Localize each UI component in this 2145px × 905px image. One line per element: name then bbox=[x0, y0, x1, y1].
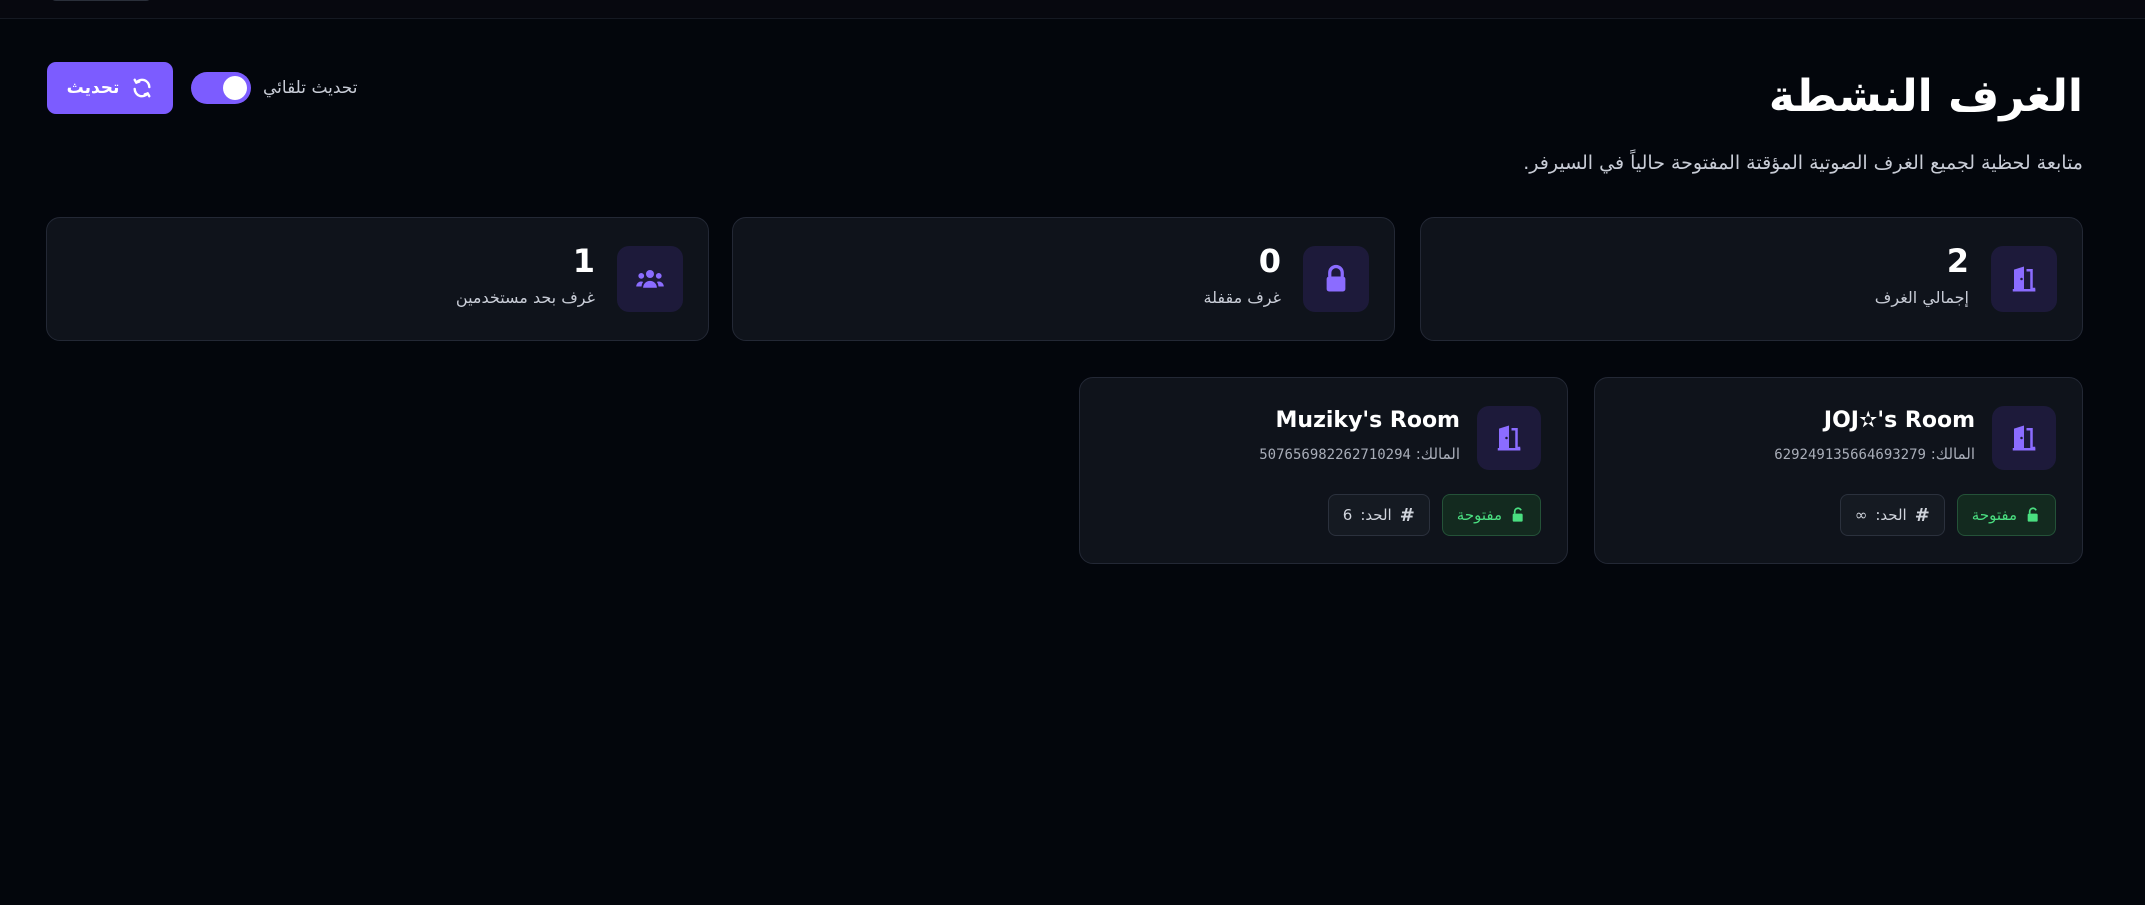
stat-value: 1 bbox=[572, 242, 595, 280]
room-card[interactable]: JOJ✫'s Room المالك: 629249135664693279 م… bbox=[1594, 377, 2083, 564]
stat-card-limited-rooms: 1 غرف بحد مستخدمين bbox=[46, 217, 709, 341]
top-bar bbox=[0, 0, 2145, 19]
limit-badge: # الحد: ∞ bbox=[1839, 494, 1945, 536]
page-title: الغرف النشطة bbox=[1768, 71, 2083, 122]
door-open-icon bbox=[1477, 406, 1541, 470]
status-label: مفتوحة bbox=[1971, 506, 2017, 524]
stat-label: غرف بحد مستخدمين bbox=[455, 288, 595, 307]
room-name: JOJ✫'s Room bbox=[1823, 408, 1975, 433]
refresh-button-label: تحديث bbox=[66, 78, 120, 98]
limit-label: الحد: bbox=[1360, 506, 1392, 524]
owner-label: المالك: bbox=[1930, 445, 1975, 463]
hash-icon: # bbox=[1399, 504, 1415, 526]
active-rooms-page: الغرف النشطة متابعة لحظية لجميع الغرف ال… bbox=[0, 19, 2145, 905]
room-name: Muziky's Room bbox=[1275, 408, 1460, 433]
refresh-button[interactable]: تحديث bbox=[47, 62, 173, 114]
stat-label: غرف مقفلة bbox=[1203, 288, 1282, 307]
hash-icon: # bbox=[1914, 504, 1930, 526]
owner-id: 629249135664693279 bbox=[1774, 447, 1926, 463]
owner-label: المالك: bbox=[1415, 445, 1460, 463]
room-badges: مفتوحة # الحد: 6 bbox=[1327, 494, 1541, 536]
top-bar-tab[interactable] bbox=[50, 0, 152, 1]
limit-badge: # الحد: 6 bbox=[1327, 494, 1430, 536]
status-badge: مفتوحة bbox=[1956, 494, 2056, 536]
limit-label: الحد: bbox=[1875, 506, 1907, 524]
room-badges: مفتوحة # الحد: ∞ bbox=[1839, 494, 2056, 536]
room-card[interactable]: Muziky's Room المالك: 507656982262710294… bbox=[1079, 377, 1568, 564]
door-open-icon bbox=[1992, 406, 2056, 470]
auto-refresh-toggle[interactable] bbox=[191, 72, 251, 104]
owner-id: 507656982262710294 bbox=[1259, 447, 1411, 463]
door-open-icon bbox=[1991, 246, 2057, 312]
room-owner: المالك: 629249135664693279 bbox=[1774, 445, 1975, 463]
auto-refresh-control: تحديث تلقائي bbox=[191, 71, 358, 105]
stat-value: 2 bbox=[1946, 242, 1969, 280]
unlock-icon bbox=[1512, 507, 1523, 522]
stat-card-total-rooms: 2 إجمالي الغرف bbox=[1420, 217, 2083, 341]
auto-refresh-label: تحديث تلقائي bbox=[263, 78, 358, 98]
lock-icon bbox=[1303, 246, 1369, 312]
status-badge: مفتوحة bbox=[1441, 494, 1541, 536]
stat-value: 0 bbox=[1258, 242, 1281, 280]
toggle-knob bbox=[223, 76, 247, 100]
unlock-icon bbox=[2027, 507, 2038, 522]
room-owner: المالك: 507656982262710294 bbox=[1259, 445, 1460, 463]
limit-value: ∞ bbox=[1854, 506, 1868, 524]
stat-label: إجمالي الغرف bbox=[1874, 288, 1969, 307]
status-label: مفتوحة bbox=[1456, 506, 1502, 524]
page-subtitle: متابعة لحظية لجميع الغرف الصوتية المؤقتة… bbox=[1523, 152, 2083, 174]
refresh-icon bbox=[133, 78, 151, 98]
limit-value: 6 bbox=[1342, 506, 1353, 524]
stat-card-locked-rooms: 0 غرف مقفلة bbox=[732, 217, 1395, 341]
users-icon bbox=[617, 246, 683, 312]
